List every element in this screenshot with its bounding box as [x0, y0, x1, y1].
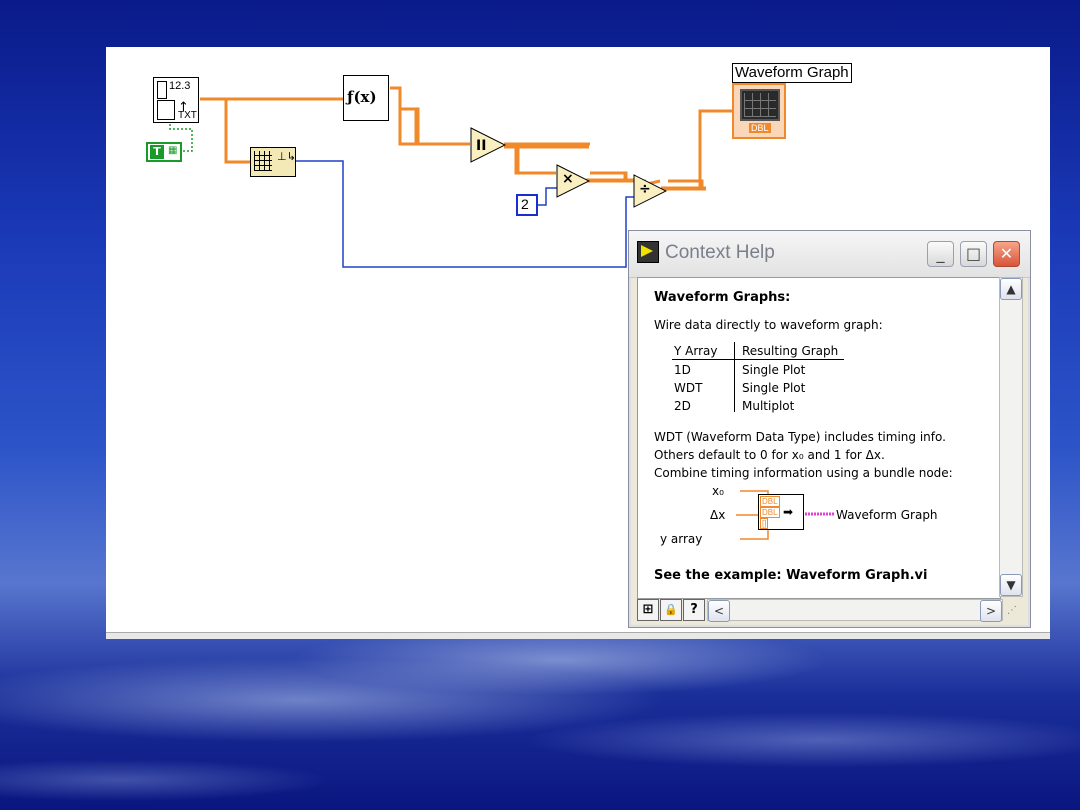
help-note: Combine timing information using a bundl…	[654, 466, 953, 480]
scroll-right-button[interactable]: >	[980, 600, 1002, 622]
buffer-node[interactable]: II	[470, 127, 506, 163]
table-cell: Single Plot	[742, 381, 806, 395]
status-bar	[106, 632, 1050, 639]
bundle-tag: []	[760, 518, 769, 529]
disk-icon	[157, 100, 175, 120]
divide-symbol: ÷	[639, 181, 651, 197]
read-node-sub: TXT	[178, 110, 197, 121]
bundle-tag: DBL	[760, 496, 780, 507]
boolean-constant-label: T	[150, 145, 164, 159]
read-spreadsheet-node[interactable]: 12.3 ↑ TXT	[153, 77, 199, 123]
detailed-help-button[interactable]: ?	[683, 599, 705, 621]
waveform-graph-terminal[interactable]: DBL	[732, 83, 786, 139]
lock-help-button[interactable]: 🔒	[660, 599, 682, 621]
index-arrow-icon: ⊥↳	[277, 150, 296, 163]
maximize-button[interactable]: □	[960, 241, 987, 267]
graph-label[interactable]: Waveform Graph	[732, 63, 852, 83]
help-example[interactable]: See the example: Waveform Graph.vi	[654, 568, 927, 583]
close-button[interactable]: ✕	[993, 241, 1020, 267]
table-column-rule	[734, 342, 735, 412]
help-content: Waveform Graphs: Wire data directly to w…	[637, 277, 1001, 599]
svg-text:II: II	[476, 138, 486, 154]
scroll-left-button[interactable]: <	[708, 600, 730, 622]
labview-icon	[637, 241, 659, 263]
graph-dbl-tag: DBL	[749, 123, 771, 133]
formula-label: ƒ(x)	[347, 88, 377, 106]
help-intro: Wire data directly to waveform graph:	[654, 318, 883, 332]
table-header: Y Array	[674, 344, 718, 358]
bundle-diagram: x₀ Δx y array DBL DBL [] ➡ Waveform Grap…	[658, 482, 988, 552]
table-cell: Single Plot	[742, 363, 806, 377]
read-node-value: 12.3	[169, 80, 191, 92]
help-vertical-scrollbar[interactable]: ▲ ▼	[999, 277, 1023, 597]
help-table: Y Array Resulting Graph 1D Single Plot W…	[672, 342, 852, 413]
context-help-title: Context Help	[665, 242, 775, 263]
table-cell: 2D	[674, 399, 691, 413]
numeric-constant[interactable]: 2	[516, 194, 538, 216]
context-help-titlebar[interactable]: Context Help _ □ ✕	[629, 231, 1030, 278]
show-optional-terminals-button[interactable]: ⊞	[637, 599, 659, 621]
table-cell: 1D	[674, 363, 691, 377]
bundle-node: DBL DBL [] ➡	[758, 494, 804, 530]
help-note: WDT (Waveform Data Type) includes timing…	[654, 430, 946, 444]
resize-grip-icon[interactable]: ⋰	[1007, 605, 1017, 616]
help-heading: Waveform Graphs:	[654, 290, 791, 305]
table-cell: WDT	[674, 381, 703, 395]
table-header-rule	[672, 359, 844, 360]
multiply-symbol: ×	[562, 171, 574, 187]
formula-node[interactable]: ƒ(x)	[343, 75, 389, 121]
scroll-down-button[interactable]: ▼	[1000, 574, 1022, 596]
grid-icon	[254, 151, 272, 171]
help-horizontal-scrollbar[interactable]: < >	[707, 599, 1003, 622]
graph-plot-icon	[744, 93, 776, 117]
bundle-arrow-icon: ➡	[783, 505, 794, 519]
array-index-node[interactable]: ⊥↳	[250, 147, 296, 177]
context-help-window[interactable]: Context Help _ □ ✕ Waveform Graphs: Wire…	[628, 230, 1031, 628]
toggle-icon: ▦	[168, 145, 178, 156]
numeric-icon	[157, 81, 167, 99]
table-header: Resulting Graph	[742, 344, 839, 358]
help-note: Others default to 0 for x₀ and 1 for Δx.	[654, 448, 885, 462]
minimize-button[interactable]: _	[927, 241, 954, 267]
bundle-wires	[736, 490, 834, 540]
table-cell: Multiplot	[742, 399, 795, 413]
scroll-up-button[interactable]: ▲	[1000, 278, 1022, 300]
boolean-constant[interactable]: T ▦	[146, 142, 182, 162]
bundle-tag: DBL	[760, 507, 780, 518]
bundle-output-label: Waveform Graph	[836, 508, 938, 522]
help-toolbar: ⊞ 🔒 ? < > ⋰	[637, 599, 1023, 623]
